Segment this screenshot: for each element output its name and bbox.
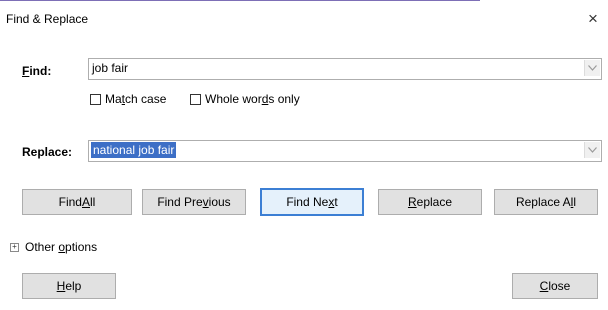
find-replace-dialog: Find & Replace × Find: job fair Match ca… <box>0 0 608 310</box>
replace-button[interactable]: Replace <box>378 189 482 215</box>
expand-plus-icon[interactable]: + <box>10 242 19 252</box>
title-accent-line <box>0 0 480 1</box>
find-next-button[interactable]: Find Ne x t <box>260 188 364 216</box>
other-options-label: Other options <box>25 240 97 254</box>
whole-words-checkbox[interactable]: Whole words only <box>190 92 300 106</box>
replace-label-key: R <box>407 195 417 209</box>
find-all-label-pre: Find <box>58 195 82 209</box>
match-case-checkbox[interactable]: Match case <box>90 92 166 106</box>
find-next-label-pre: Find Ne <box>286 195 329 209</box>
find-previous-label-pre: Find Pre <box>157 195 203 209</box>
find-combobox[interactable]: job fair <box>88 58 602 80</box>
find-next-label-post: t <box>334 195 338 209</box>
match-case-label-pre: Ma <box>105 92 122 106</box>
chevron-down-icon <box>588 147 597 153</box>
replace-all-label-pre: Replace A <box>515 195 571 209</box>
replace-label: Replace: <box>22 145 73 159</box>
find-previous-label-post: ious <box>208 195 231 209</box>
find-previous-button[interactable]: Find Pre v ious <box>142 189 246 215</box>
replace-dropdown-button[interactable] <box>584 142 600 158</box>
find-all-label-key: A <box>81 195 90 209</box>
find-input[interactable]: job fair <box>92 61 128 75</box>
close-button[interactable]: Close <box>512 273 598 299</box>
help-button[interactable]: Help <box>22 273 116 299</box>
find-label-rest: ind: <box>29 64 52 78</box>
close-label-key: C <box>539 279 549 293</box>
whole-words-label-pre: Whole wor <box>205 92 262 106</box>
replace-all-label-post: l <box>573 195 577 209</box>
match-case-label-post: ch case <box>125 92 167 106</box>
find-dropdown-button[interactable] <box>584 60 600 76</box>
whole-words-label-post: s only <box>268 92 300 106</box>
help-label-key: H <box>56 279 66 293</box>
replace-combobox[interactable]: national job fair <box>88 140 602 162</box>
help-label-post: elp <box>65 279 82 293</box>
other-options-expander[interactable]: + Other options <box>10 240 97 254</box>
other-options-label-pre: Other <box>25 240 59 254</box>
replace-input[interactable]: national job fair <box>91 142 177 158</box>
find-all-label-post: ll <box>90 195 96 209</box>
whole-words-label: Whole words only <box>205 92 300 106</box>
match-case-label: Match case <box>105 92 166 106</box>
whole-words-box[interactable] <box>190 93 201 105</box>
find-label: Find: <box>22 64 51 78</box>
find-all-button[interactable]: Find All <box>22 189 132 215</box>
close-icon[interactable]: × <box>588 10 598 28</box>
replace-all-button[interactable]: Replace All <box>494 189 598 215</box>
dialog-title: Find & Replace <box>6 12 89 26</box>
close-label-post: lose <box>548 279 571 293</box>
other-options-label-post: ptions <box>65 240 98 254</box>
replace-label-post: eplace <box>416 195 453 209</box>
chevron-down-icon <box>588 65 597 71</box>
match-case-box[interactable] <box>90 93 101 105</box>
